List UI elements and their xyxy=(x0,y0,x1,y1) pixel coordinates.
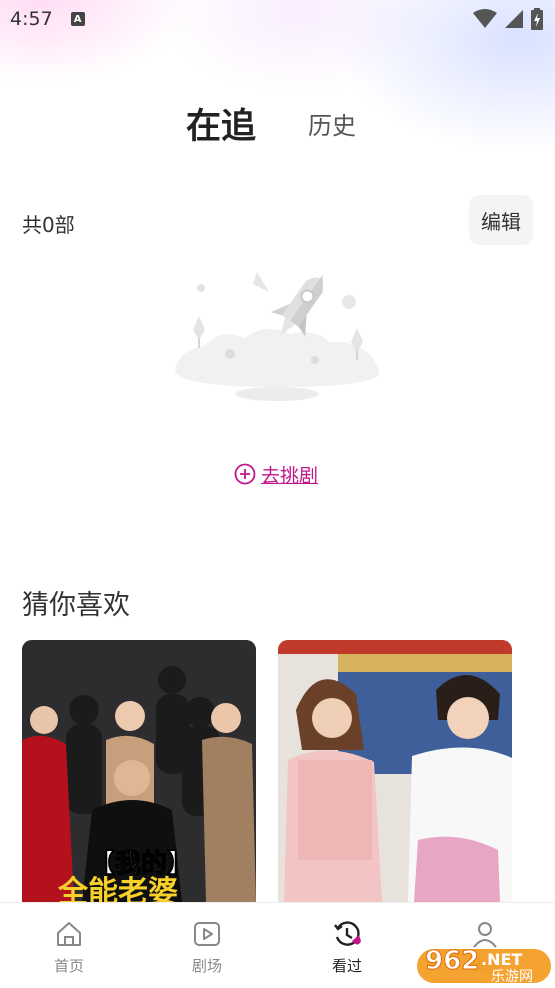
battery-icon xyxy=(531,8,543,30)
go-pick-drama-link[interactable]: 去挑剧 xyxy=(234,461,318,487)
status-time: 4:57 xyxy=(10,8,53,30)
top-tabs: 在追 历史 xyxy=(0,98,555,148)
recommend-card-1[interactable]: 【我的】 全能老婆 xyxy=(22,640,256,902)
status-bar: 4:57 A xyxy=(0,0,555,38)
nav-label-home: 首页 xyxy=(53,957,84,975)
drama-poster-image: 【我的】 全能老婆 xyxy=(22,640,256,902)
go-pick-drama-label: 去挑剧 xyxy=(261,464,319,487)
watermark-suffix: .NET xyxy=(481,950,522,969)
nav-item-watched[interactable]: 看过 xyxy=(292,903,402,988)
svg-text:全能老婆: 全能老婆 xyxy=(57,875,178,902)
nav-item-home[interactable]: 首页 xyxy=(14,903,124,988)
watermark-logo: 962 .NET 乐游网 xyxy=(415,935,555,985)
plus-circle-icon xyxy=(234,463,256,485)
watermark-text: 乐游网 xyxy=(491,969,533,985)
history-icon xyxy=(334,921,361,946)
recommend-section-title: 猜你喜欢 xyxy=(22,590,130,621)
notification-a-icon: A xyxy=(70,12,85,26)
nav-item-theater[interactable]: 剧场 xyxy=(152,903,262,988)
nav-label-theater: 剧场 xyxy=(191,957,222,975)
recommend-card-2[interactable] xyxy=(278,640,512,902)
tab-following[interactable]: 在追 xyxy=(186,98,256,149)
play-icon xyxy=(194,922,220,946)
drama-poster-image xyxy=(278,640,512,902)
follow-count: 共0部 xyxy=(22,213,75,237)
empty-rocket-illustration xyxy=(175,272,380,401)
home-icon xyxy=(57,922,81,946)
tab-history[interactable]: 历史 xyxy=(308,106,356,141)
cellular-signal-icon xyxy=(505,10,523,28)
watermark-number: 962 xyxy=(425,946,479,976)
edit-button[interactable]: 编辑 xyxy=(469,195,533,245)
nav-label-watched: 看过 xyxy=(331,957,362,975)
wifi-icon xyxy=(473,9,497,28)
